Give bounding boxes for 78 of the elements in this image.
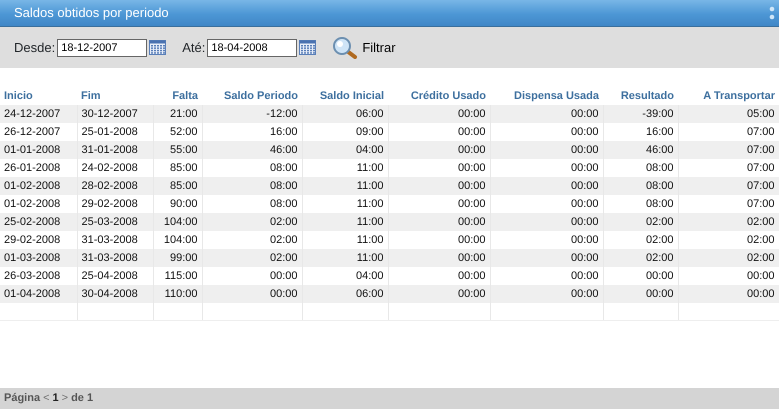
table-cell: 01-04-2008 <box>0 285 77 303</box>
table-cell: 00:00 <box>388 285 490 303</box>
table-cell: 31-01-2008 <box>77 141 153 159</box>
table-cell: 55:00 <box>153 141 202 159</box>
table-cell: 99:00 <box>153 249 202 267</box>
current-page: 1 <box>52 391 59 406</box>
table-cell: 00:00 <box>490 249 603 267</box>
table-cell: 85:00 <box>153 177 202 195</box>
table-cell: 06:00 <box>302 105 388 123</box>
table-cell: 02:00 <box>603 213 678 231</box>
table-cell: 104:00 <box>153 213 202 231</box>
table-cell: 46:00 <box>202 141 302 159</box>
table-cell: 05:00 <box>678 105 779 123</box>
table-cell: 28-02-2008 <box>77 177 153 195</box>
previous-page-link[interactable]: < <box>43 390 50 407</box>
table-cell: 02:00 <box>202 249 302 267</box>
table-cell: 25-02-2008 <box>0 213 77 231</box>
table-cell: 25-03-2008 <box>77 213 153 231</box>
field-label: Até: <box>182 38 206 57</box>
table-cell: 07:00 <box>678 141 779 159</box>
pager-label: Página <box>4 391 40 406</box>
table-cell: 01-03-2008 <box>0 249 77 267</box>
table-cell: 02:00 <box>678 249 779 267</box>
table-cell: 06:00 <box>302 285 388 303</box>
window-title: Saldos obtidos por periodo <box>14 4 169 22</box>
column-header[interactable]: Inicio <box>0 88 77 105</box>
table-cell: 00:00 <box>490 177 603 195</box>
grip-icon[interactable] <box>769 5 775 21</box>
table-cell: 11:00 <box>302 177 388 195</box>
column-header[interactable]: Crédito Usado <box>388 88 490 105</box>
table-cell: 31-03-2008 <box>77 249 153 267</box>
page-total: de 1 <box>71 391 94 406</box>
date-field[interactable]: 18-12-2007 <box>57 38 148 56</box>
table-cell: 00:00 <box>202 285 302 303</box>
table-cell: 00:00 <box>388 177 490 195</box>
next-page-link[interactable]: > <box>62 390 68 407</box>
table-cell: 00:00 <box>388 213 490 231</box>
table-cell: 01-02-2008 <box>0 177 77 195</box>
table-cell: 00:00 <box>490 213 603 231</box>
table-cell: -12:00 <box>202 105 302 123</box>
table-cell: 46:00 <box>603 141 678 159</box>
table-cell: 00:00 <box>490 105 603 123</box>
calendar-icon[interactable] <box>299 40 316 55</box>
column-header[interactable]: Fim <box>77 88 153 105</box>
calendar-icon[interactable] <box>149 40 166 55</box>
column-header[interactable]: Saldo Inicial <box>302 88 388 105</box>
table-cell: 07:00 <box>678 177 779 195</box>
table-cell: 00:00 <box>388 249 490 267</box>
table-cell: 21:00 <box>153 105 202 123</box>
table-cell: 110:00 <box>153 285 202 303</box>
column-header[interactable]: Saldo Periodo <box>202 88 302 105</box>
table-cell: 11:00 <box>302 249 388 267</box>
table-cell: 02:00 <box>202 213 302 231</box>
field-label: Desde: <box>14 38 56 57</box>
table-cell: 00:00 <box>388 105 490 123</box>
table-cell: 00:00 <box>603 285 678 303</box>
column-header[interactable]: Resultado <box>603 88 678 105</box>
table-cell: 04:00 <box>302 141 388 159</box>
table-cell: 08:00 <box>603 177 678 195</box>
column-header[interactable]: Dispensa Usada <box>490 88 603 105</box>
column-header[interactable]: Falta <box>153 88 202 105</box>
table-cell: 00:00 <box>490 141 603 159</box>
column-header[interactable]: A Transportar <box>678 88 779 105</box>
table-cell: 24-12-2007 <box>0 105 77 123</box>
filter-button[interactable]: Filtrar <box>332 36 396 58</box>
date-field[interactable]: 18-04-2008 <box>207 38 298 56</box>
table-cell: 02:00 <box>678 213 779 231</box>
table-cell: 00:00 <box>678 285 779 303</box>
table-cell: -39:00 <box>603 105 678 123</box>
table-cell: 08:00 <box>202 177 302 195</box>
table-cell: 01-01-2008 <box>0 141 77 159</box>
table-cell: 02:00 <box>603 249 678 267</box>
table-cell: 30-04-2008 <box>77 285 153 303</box>
table-cell: 11:00 <box>302 213 388 231</box>
table-cell: 30-12-2007 <box>77 105 153 123</box>
table-cell: 00:00 <box>490 285 603 303</box>
search-icon <box>332 36 358 58</box>
table-cell: 00:00 <box>388 141 490 159</box>
